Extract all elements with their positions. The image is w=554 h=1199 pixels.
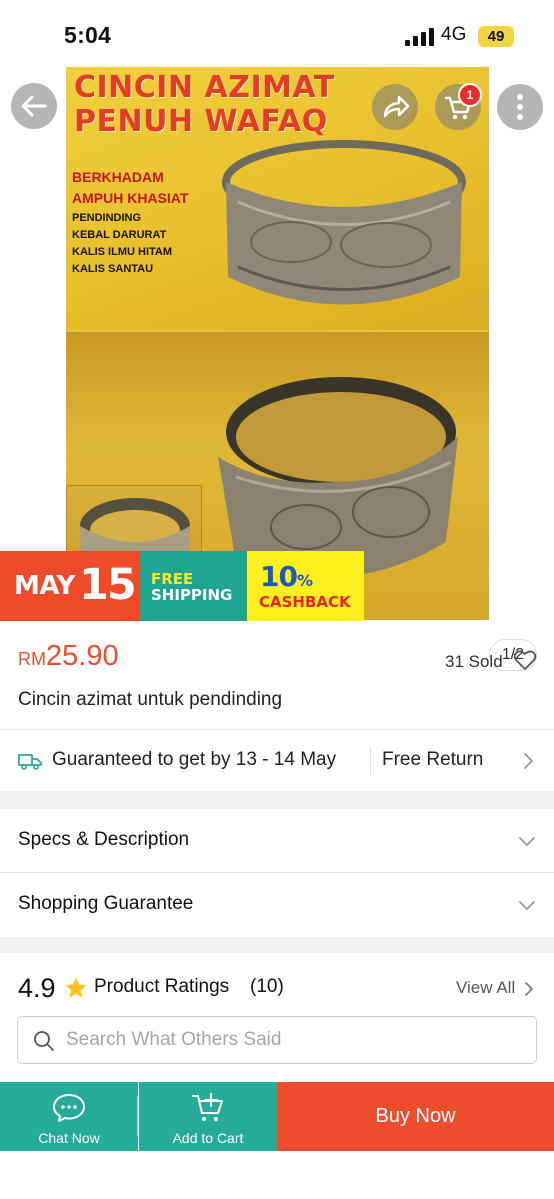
- heart-icon[interactable]: [513, 649, 537, 671]
- ring-graphic-top: [222, 140, 466, 305]
- back-button[interactable]: [11, 83, 57, 129]
- back-arrow-icon: [21, 95, 47, 117]
- add-to-cart-label: Add to Cart: [172, 1130, 244, 1146]
- image-panel-top: CINCIN AZIMAT PENUH WAFAQ BERKHADAM AMPU…: [66, 67, 489, 330]
- delivery-guarantee: Guaranteed to get by 13 - 14 May: [52, 749, 337, 770]
- share-icon: [383, 95, 410, 118]
- image-headline: CINCIN AZIMAT PENUH WAFAQ: [74, 70, 335, 139]
- sold-count: 31 Sold: [445, 652, 503, 671]
- home-indicator-area: [0, 1151, 554, 1199]
- product-image: CINCIN AZIMAT PENUH WAFAQ BERKHADAM AMPU…: [66, 67, 489, 620]
- chevron-right-icon: [524, 753, 533, 769]
- more-options-button[interactable]: [497, 84, 543, 130]
- view-all-link[interactable]: View All: [456, 978, 515, 998]
- product-page: 5:04 4G 49 CINCIN AZIMAT PENUH WAFAQ BER…: [0, 0, 554, 1199]
- ratings-section: 4.9 Product Ratings (10) View All: [0, 953, 554, 1083]
- ratings-count: (10): [250, 976, 284, 997]
- ratings-search-box[interactable]: [17, 1016, 537, 1064]
- section-gap: [0, 937, 554, 953]
- ratings-label: Product Ratings: [94, 976, 230, 997]
- promo-banner: MAY 15 FREE SHIPPING 10% CASHBACK: [0, 551, 364, 621]
- chevron-down-icon: [519, 837, 535, 846]
- status-bar: 5:04 4G 49: [0, 0, 554, 70]
- guarantee-label: Shopping Guarantee: [18, 893, 194, 914]
- cart-badge: 1: [458, 83, 482, 107]
- add-to-cart-button[interactable]: Add to Cart: [139, 1082, 277, 1151]
- image-subheadline: BERKHADAM AMPUH KHASIAT: [72, 169, 189, 206]
- chevron-right-icon: [525, 982, 533, 996]
- share-button[interactable]: [372, 84, 418, 130]
- bottom-action-bar: Chat Now Add to Cart Buy Now: [0, 1082, 554, 1151]
- specs-description-row[interactable]: Specs & Description: [0, 809, 554, 873]
- signal-icon: [405, 28, 434, 46]
- delivery-row[interactable]: Guaranteed to get by 13 - 14 May Free Re…: [0, 730, 554, 791]
- truck-icon: [18, 754, 42, 770]
- product-image-carousel[interactable]: CINCIN AZIMAT PENUH WAFAQ BERKHADAM AMPU…: [0, 64, 554, 671]
- rating-score: 4.9: [18, 973, 56, 1003]
- promo-date: MAY 15: [0, 551, 140, 621]
- battery-indicator: 49: [478, 26, 514, 47]
- star-icon: [65, 977, 87, 998]
- buy-now-button[interactable]: Buy Now: [277, 1082, 554, 1151]
- free-return: Free Return: [382, 749, 484, 770]
- divider: [137, 1096, 138, 1136]
- specs-label: Specs & Description: [18, 829, 190, 850]
- search-icon: [34, 1031, 54, 1051]
- image-benefit-list: PENDINDING KEBAL DARURAT KALIS ILMU HITA…: [72, 212, 173, 275]
- chat-now-label: Chat Now: [38, 1130, 100, 1146]
- promo-cashback: 10% CASHBACK: [247, 551, 364, 621]
- chevron-down-icon: [519, 901, 535, 910]
- divider: [370, 747, 371, 775]
- product-price: RM25.90: [18, 640, 119, 672]
- ratings-search-input[interactable]: [66, 1026, 506, 1054]
- network-type: 4G: [441, 24, 467, 45]
- product-title: Cincin azimat untuk pendinding: [18, 689, 283, 710]
- section-gap: [0, 791, 554, 809]
- chat-now-button[interactable]: Chat Now: [0, 1082, 138, 1151]
- more-icon: [517, 94, 523, 120]
- clock: 5:04: [64, 22, 112, 48]
- chat-icon: [53, 1094, 85, 1122]
- shopping-guarantee-row[interactable]: Shopping Guarantee: [0, 873, 554, 937]
- add-cart-icon: [192, 1093, 223, 1121]
- promo-free-shipping: FREE SHIPPING: [140, 551, 247, 621]
